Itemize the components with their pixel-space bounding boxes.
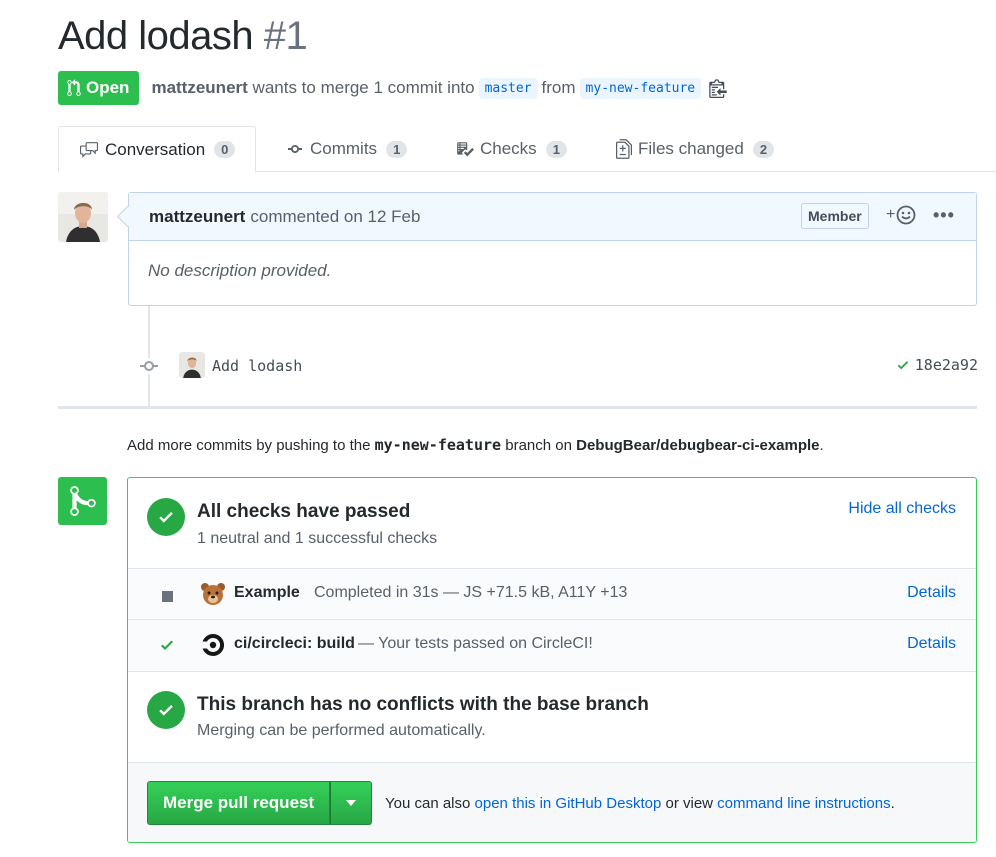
- merge-hint-prefix: You can also: [385, 795, 471, 812]
- check-row-circleci: ci/circleci: build — Your tests passed o…: [128, 619, 976, 671]
- tab-commits[interactable]: Commits 1: [286, 126, 408, 172]
- tab-label: Checks: [480, 139, 537, 158]
- tab-label: Conversation: [105, 139, 206, 159]
- checklist-icon: [457, 142, 474, 157]
- pr-meta: Open mattzeunert wants to merge 1 commit…: [58, 70, 727, 106]
- circleci-icon: [200, 632, 226, 658]
- bear-icon: [200, 581, 226, 607]
- git-merge-icon: [58, 477, 107, 525]
- git-commit-icon: [140, 358, 158, 374]
- tab-counter: 2: [752, 140, 775, 158]
- push-note-repo: DebugBear/debugbear-ci-example: [576, 437, 820, 454]
- comment-timestamp[interactable]: commented on 12 Feb: [250, 207, 420, 227]
- state-badge: Open: [58, 71, 140, 105]
- tab-counter: 1: [386, 140, 408, 158]
- push-note-middle: branch on: [505, 437, 572, 454]
- checks-subtitle: 1 neutral and 1 successful checks: [197, 530, 438, 547]
- command-line-instructions-link[interactable]: command line instructions: [717, 795, 890, 812]
- conflict-status: This branch has no conflicts with the ba…: [128, 671, 976, 762]
- from-text: from: [541, 78, 576, 97]
- pr-author-link[interactable]: mattzeunert: [151, 78, 247, 97]
- push-note-suffix: .: [819, 437, 824, 454]
- add-reaction-button[interactable]: +: [886, 205, 916, 225]
- pr-tabs: Conversation 0 Commits 1 Checks 1 Files …: [58, 126, 996, 173]
- check-circle-icon: [147, 691, 185, 729]
- details-link[interactable]: Details: [907, 635, 956, 653]
- merge-summary: mattzeunert wants to merge 1 commit into: [151, 78, 474, 98]
- merge-text: wants to merge 1 commit into: [252, 78, 475, 97]
- checks-title: All checks have passed: [197, 501, 411, 522]
- merge-hint-suffix: .: [890, 795, 895, 812]
- conflicts-title: This branch has no conflicts with the ba…: [197, 694, 649, 715]
- merge-hint: You can also open this in GitHub Desktop…: [385, 795, 895, 812]
- check-name: Example: [234, 584, 300, 601]
- comment: mattzeunert commented on 12 Feb Member +…: [128, 192, 977, 306]
- base-branch[interactable]: master: [478, 77, 538, 99]
- merge-method-dropdown[interactable]: [330, 781, 373, 825]
- neutral-square-icon: [162, 589, 173, 607]
- open-in-desktop-link[interactable]: open this in GitHub Desktop: [475, 795, 662, 812]
- kebab-horizontal-icon[interactable]: •••: [933, 205, 955, 226]
- tab-conversation[interactable]: Conversation 0: [58, 126, 257, 173]
- merge-hint-middle: or view: [665, 795, 713, 812]
- member-badge: Member: [801, 203, 869, 229]
- merge-actions: Merge pull request You can also open thi…: [128, 762, 976, 842]
- smiley-icon: [896, 205, 916, 225]
- tab-counter: 1: [545, 140, 567, 158]
- check-description: — Your tests passed on CircleCI!: [358, 635, 593, 652]
- check-icon: [159, 637, 175, 658]
- tab-checks[interactable]: Checks 1: [456, 126, 567, 172]
- head-branch[interactable]: my-new-feature: [579, 77, 702, 99]
- commit-author-avatar[interactable]: [179, 352, 205, 378]
- tab-counter: 0: [214, 141, 236, 158]
- comment-header: mattzeunert commented on 12 Feb Member +…: [129, 193, 976, 241]
- timeline-divider: [58, 406, 977, 409]
- triangle-down-icon: [346, 800, 357, 806]
- tab-label: Commits: [310, 139, 378, 158]
- clippy-icon[interactable]: [709, 78, 727, 98]
- check-circle-icon: [147, 498, 185, 536]
- state-label: Open: [86, 78, 130, 97]
- commit-message[interactable]: Add lodash: [212, 357, 302, 375]
- commit-sha: 18e2a92: [914, 356, 978, 374]
- merge-pull-request-button[interactable]: Merge pull request: [147, 781, 331, 825]
- push-note-branch: my-new-feature: [374, 436, 502, 454]
- file-diff-icon: [616, 139, 632, 159]
- check-row-example: Example Completed in 31s — JS +71.5 kB, …: [128, 568, 976, 619]
- git-pull-request-icon: [67, 79, 81, 96]
- check-name: ci/circleci: build: [234, 635, 355, 652]
- comment-body: No description provided.: [148, 261, 332, 280]
- tab-label: Files changed: [638, 139, 744, 158]
- comment-discussion-icon: [80, 141, 98, 158]
- push-note: Add more commits by pushing to the my-ne…: [127, 436, 824, 454]
- check-icon: [897, 361, 909, 370]
- reaction-plus: +: [886, 206, 896, 223]
- pr-title-text: Add lodash: [58, 14, 254, 58]
- avatar[interactable]: [58, 192, 108, 242]
- conflicts-subtitle: Merging can be performed automatically.: [197, 722, 486, 739]
- pr-number: #1: [263, 14, 308, 58]
- commit-sha-link[interactable]: 18e2a92: [896, 356, 978, 374]
- merge-box: All checks have passed 1 neutral and 1 s…: [127, 477, 977, 843]
- comment-author[interactable]: mattzeunert: [149, 207, 245, 227]
- merge-button-group: Merge pull request: [147, 781, 373, 825]
- git-commit-icon: [288, 145, 302, 153]
- pr-title: Add lodash #1: [58, 14, 308, 59]
- commit-item: Add lodash 18e2a92: [140, 350, 978, 382]
- checks-summary: All checks have passed 1 neutral and 1 s…: [128, 478, 976, 568]
- hide-all-checks-link[interactable]: Hide all checks: [848, 500, 956, 518]
- tab-files-changed[interactable]: Files changed 2: [616, 126, 775, 172]
- push-note-prefix: Add more commits by pushing to the: [127, 437, 371, 454]
- check-description: Completed in 31s — JS +71.5 kB, A11Y +13: [314, 584, 628, 601]
- details-link[interactable]: Details: [907, 584, 956, 602]
